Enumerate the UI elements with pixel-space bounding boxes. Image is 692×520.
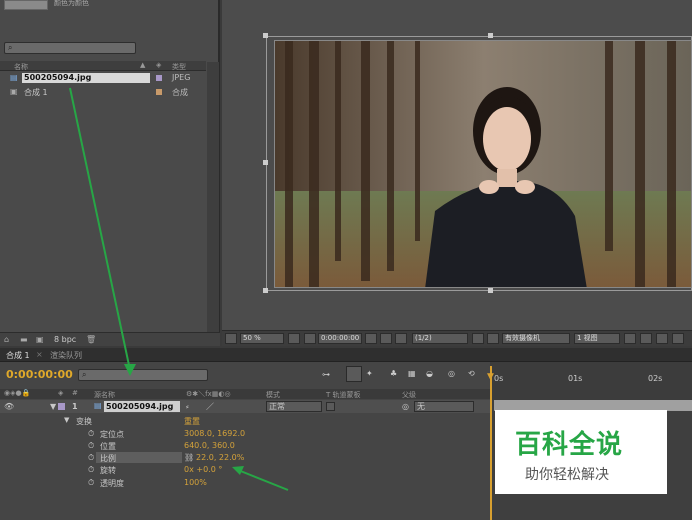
green-arrow-line <box>237 469 289 491</box>
watermark-subtitle: 助你轻松解决 <box>525 467 609 483</box>
watermark: 百科全说 助你轻松解决 <box>495 410 667 494</box>
watermark-title: 百科全说 <box>515 430 624 460</box>
arrow-head-icon <box>232 466 244 475</box>
green-arrow-line <box>69 87 131 371</box>
arrow-head-icon <box>124 364 136 376</box>
